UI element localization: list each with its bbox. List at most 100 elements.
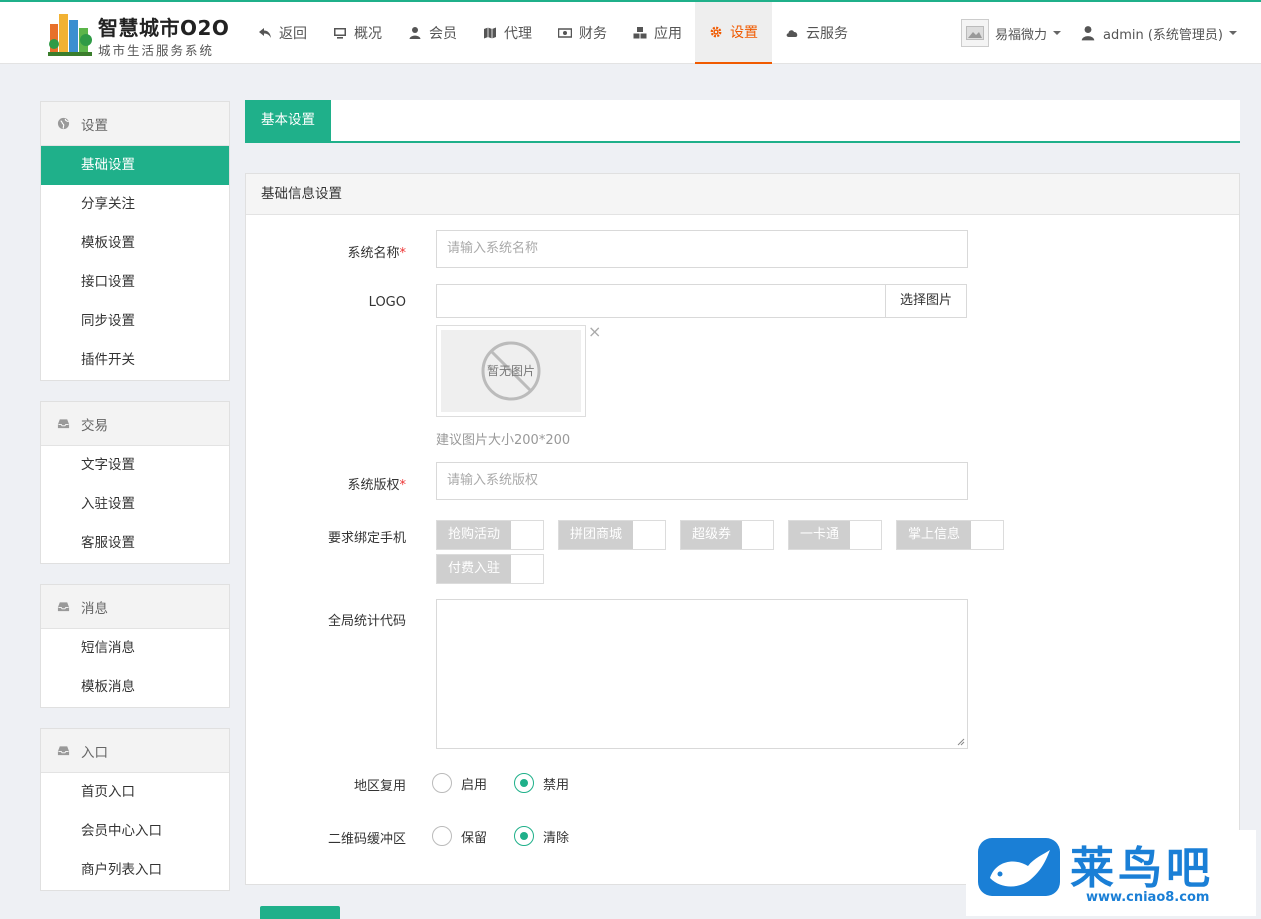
- sidebar-group-message: 消息 短信消息 模板消息: [40, 584, 230, 708]
- nav-member[interactable]: 会员: [395, 2, 470, 64]
- sidebar-group-header: 入口: [41, 729, 229, 773]
- region-reuse-label: 地区复用: [353, 779, 406, 794]
- sidebar-item-home-entry[interactable]: 首页入口: [41, 773, 229, 812]
- inbox-icon: [57, 419, 70, 429]
- user-icon: [409, 27, 421, 39]
- user-label: admin (系统管理员): [1103, 27, 1224, 43]
- system-name-label: 系统名称*: [347, 246, 407, 261]
- pick-image-button[interactable]: 选择图片: [885, 284, 967, 318]
- nav-settings[interactable]: 设置: [695, 2, 772, 64]
- qr-buffer-label: 二维码缓冲区: [327, 832, 406, 847]
- wechat-account-dropdown[interactable]: 易福微力: [961, 18, 1062, 48]
- city-logo-icon: [48, 14, 92, 56]
- sidebar-item-template[interactable]: 模板设置: [41, 224, 229, 263]
- nav-label: 设置: [730, 25, 758, 41]
- account-label: 易福微力: [995, 27, 1048, 43]
- panel-title: 基础信息设置: [246, 174, 1239, 215]
- sidebar-group-entry: 入口 首页入口 会员中心入口 商户列表入口: [40, 728, 230, 891]
- sidebar-group-header: 设置: [41, 102, 229, 146]
- sidebar-item-template-msg[interactable]: 模板消息: [41, 668, 229, 707]
- bird-logo-icon: [978, 838, 1060, 896]
- sidebar-group-header: 消息: [41, 585, 229, 629]
- sidebar-item-plugins[interactable]: 插件开关: [41, 341, 229, 380]
- copyright-label: 系统版权*: [347, 478, 407, 493]
- nav-label: 云服务: [806, 26, 848, 42]
- sidebar-item-member-entry[interactable]: 会员中心入口: [41, 812, 229, 851]
- radio-qr-clear[interactable]: 清除: [514, 826, 569, 846]
- stat-code-textarea[interactable]: [436, 599, 968, 749]
- money-icon: [558, 28, 572, 38]
- copyright-input[interactable]: 请输入系统版权: [436, 462, 968, 500]
- toggle-group-buy[interactable]: 拼团商城: [558, 520, 666, 550]
- nav-cloud[interactable]: 云服务: [772, 2, 861, 64]
- required-mark: *: [399, 246, 407, 261]
- nav-label: 会员: [429, 26, 457, 42]
- bind-phone-label: 要求绑定手机: [327, 531, 406, 546]
- sidebar-item-api[interactable]: 接口设置: [41, 263, 229, 302]
- settings-panel: 基础信息设置 系统名称* 请输入系统名称 LOGO 选择图片 暂无图片 × 建议…: [245, 173, 1240, 885]
- caret-down-icon: [1053, 31, 1062, 35]
- stat-code-label: 全局统计代码: [327, 614, 406, 629]
- toggle-pocket-info[interactable]: 掌上信息: [896, 520, 1004, 550]
- toggle-super-coupon[interactable]: 超级券: [680, 520, 774, 550]
- sidebar-item-sms[interactable]: 短信消息: [41, 629, 229, 668]
- required-mark: *: [399, 478, 407, 493]
- radio-circle: [432, 826, 452, 846]
- sidebar-item-basic[interactable]: 基础设置: [41, 146, 229, 185]
- toggle-flash-sale[interactable]: 抢购活动: [436, 520, 544, 550]
- radio-qr-keep[interactable]: 保留: [432, 826, 487, 846]
- radio-region-enable[interactable]: 启用: [432, 773, 487, 793]
- account-avatar: [961, 19, 989, 47]
- nav-label: 代理: [504, 26, 532, 42]
- main-nav: 返回 概况 会员 代理 财务 应用 设置 云服务: [245, 2, 861, 64]
- nav-label: 应用: [654, 26, 682, 42]
- sidebar-group-header: 交易: [41, 402, 229, 446]
- logo-path-input[interactable]: [436, 284, 886, 318]
- monitor-icon: [334, 28, 346, 39]
- cubes-icon: [633, 27, 647, 39]
- watermark-text: 莱鸟吧: [1070, 843, 1214, 894]
- nav-agent[interactable]: 代理: [470, 2, 545, 64]
- no-image-text: 暂无图片: [486, 364, 535, 378]
- nav-label: 概况: [354, 26, 382, 42]
- watermark-url: www.cniao8.com: [1086, 890, 1210, 905]
- sidebar-group-trade: 交易 文字设置 入驻设置 客服设置: [40, 401, 230, 564]
- top-navbar: 智慧城市O2O 城市生活服务系统 返回 概况 会员 代理 财务 应用 设置 云服…: [0, 0, 1261, 64]
- sidebar-item-service[interactable]: 客服设置: [41, 524, 229, 563]
- radio-circle-checked: [514, 826, 534, 846]
- logo-label: LOGO: [368, 295, 406, 310]
- nav-back[interactable]: 返回: [245, 2, 320, 64]
- sidebar-item-share[interactable]: 分享关注: [41, 185, 229, 224]
- user-dropdown[interactable]: admin (系统管理员): [1080, 18, 1238, 48]
- nav-label: 返回: [279, 26, 307, 42]
- sidebar-item-sync[interactable]: 同步设置: [41, 302, 229, 341]
- globe-icon: [57, 117, 70, 130]
- resize-handle-icon[interactable]: [957, 738, 965, 746]
- gear-icon: [710, 26, 722, 38]
- brand-logo[interactable]: 智慧城市O2O 城市生活服务系统: [46, 8, 236, 60]
- watermark: 莱鸟吧 www.cniao8.com: [966, 830, 1256, 916]
- submit-button[interactable]: [260, 906, 340, 919]
- sidebar-item-merchant-entry[interactable]: 商户列表入口: [41, 851, 229, 890]
- nav-finance[interactable]: 财务: [545, 2, 620, 64]
- sidebar-item-settle[interactable]: 入驻设置: [41, 485, 229, 524]
- tab-basic-settings[interactable]: 基本设置: [245, 100, 331, 141]
- back-icon: [259, 28, 271, 38]
- remove-image-icon[interactable]: ×: [588, 324, 601, 340]
- radio-circle-checked: [514, 773, 534, 793]
- logo-size-hint: 建议图片大小200*200: [436, 433, 571, 448]
- nav-apps[interactable]: 应用: [620, 2, 695, 64]
- radio-circle: [432, 773, 452, 793]
- nav-label: 财务: [579, 26, 607, 42]
- user-icon: [1081, 26, 1095, 41]
- map-icon: [484, 27, 496, 39]
- cloud-icon: [786, 30, 798, 37]
- nav-overview[interactable]: 概况: [320, 2, 395, 64]
- toggle-one-card[interactable]: 一卡通: [788, 520, 882, 550]
- toggle-paid-settle[interactable]: 付费入驻: [436, 554, 544, 584]
- system-name-input[interactable]: 请输入系统名称: [436, 230, 968, 268]
- radio-region-disable[interactable]: 禁用: [514, 773, 569, 793]
- sidebar-item-text[interactable]: 文字设置: [41, 446, 229, 485]
- brand-title: 智慧城市O2O: [98, 16, 230, 40]
- inbox-icon: [57, 746, 70, 756]
